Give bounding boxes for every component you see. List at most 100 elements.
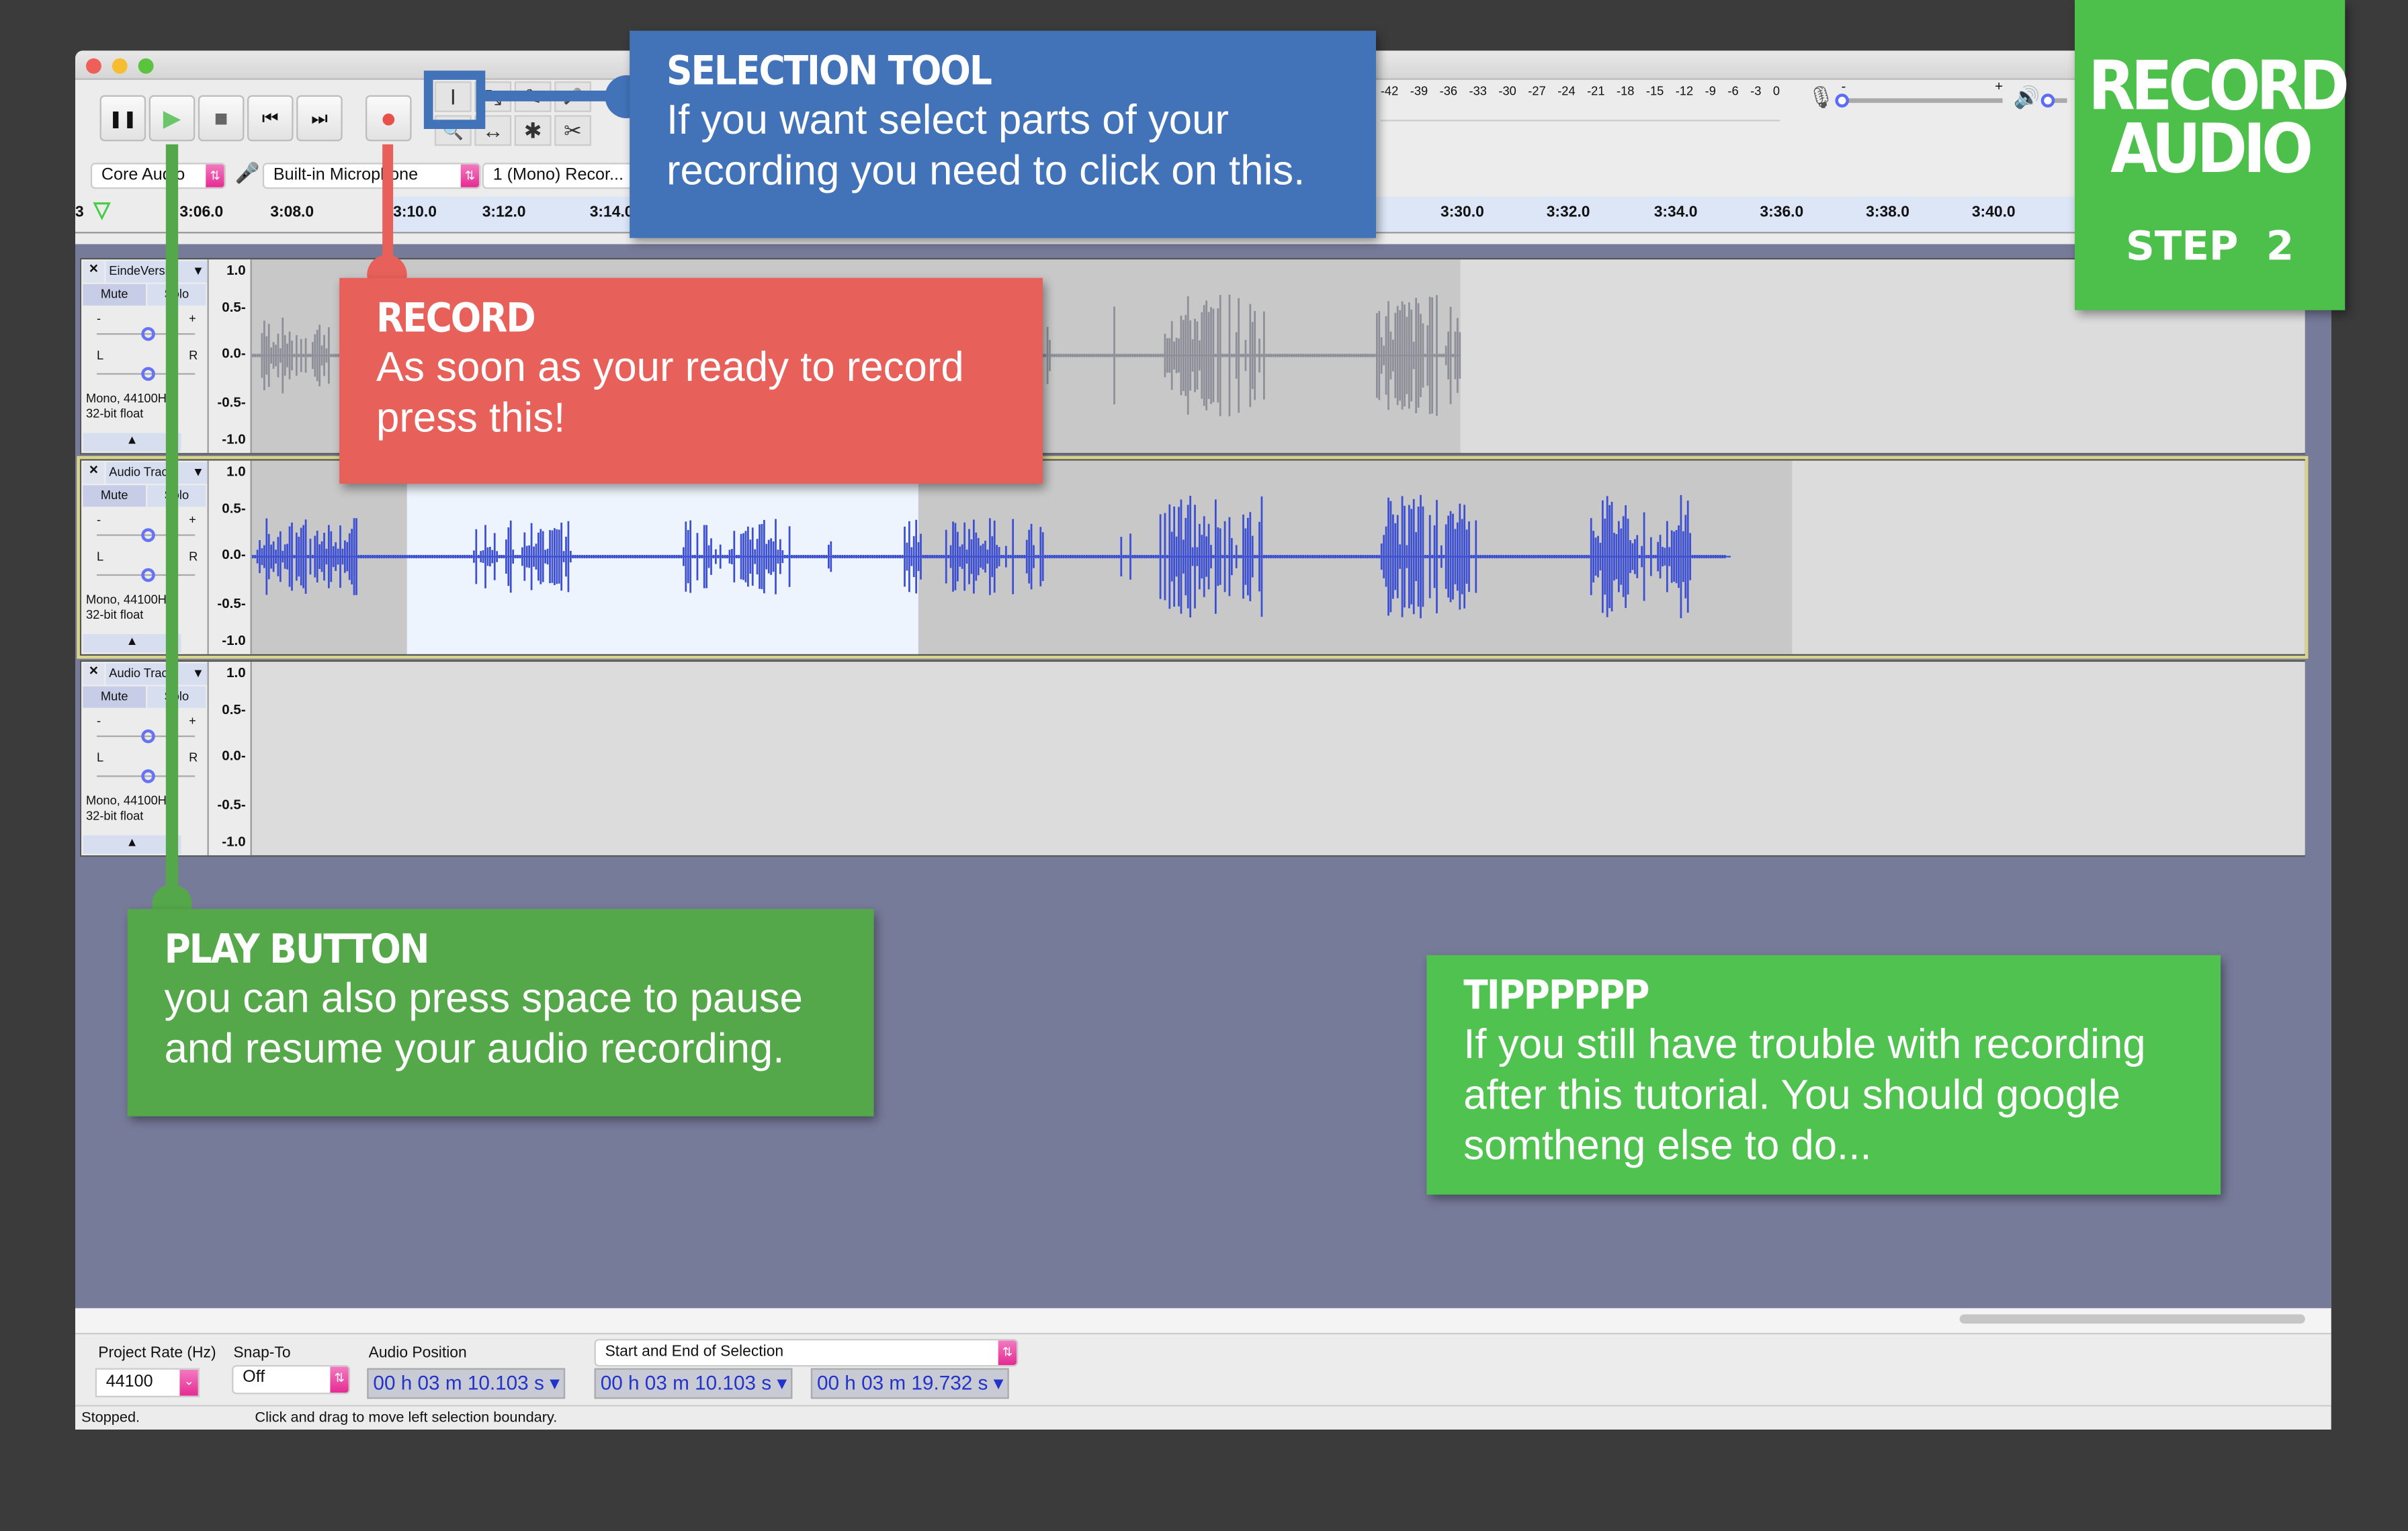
- mute-button[interactable]: Mute: [83, 686, 146, 708]
- cut-button[interactable]: ✂: [554, 115, 591, 146]
- waveform-sample: [1433, 525, 1436, 588]
- slider-thumb[interactable]: [141, 326, 155, 341]
- project-rate-select[interactable]: 44100 ⌄: [95, 1368, 200, 1397]
- stop-button[interactable]: ■: [198, 95, 245, 142]
- selection-end-field[interactable]: 00 h 03 m 19.732 s ▾: [810, 1368, 1010, 1399]
- recording-meter[interactable]: -42 -39 -36 -33 -30 -27 -24 -21 -18 -15 -12 -9 -6 -3 0: [1380, 84, 1780, 122]
- track-bit-depth: 32-bit float: [85, 406, 144, 421]
- input-device-select[interactable]: Built-in Microphone ⇅: [262, 163, 481, 189]
- waveform-sample: [1408, 302, 1410, 409]
- pause-button[interactable]: ❚❚: [99, 95, 146, 142]
- slider-thumb[interactable]: [1835, 93, 1849, 107]
- skip-to-end-button[interactable]: ⏭: [296, 95, 343, 142]
- waveform-sample: [415, 555, 418, 559]
- waveform-sample: [1309, 555, 1312, 559]
- audio-host-select[interactable]: Core Audio ⇅: [90, 163, 226, 189]
- waveform-sample: [1606, 496, 1608, 617]
- horizontal-scrollbar[interactable]: [75, 1308, 2331, 1333]
- pan-left-label: L: [96, 550, 104, 564]
- waveform-sample: [1182, 320, 1185, 392]
- waveform-sample: [1295, 555, 1297, 559]
- waveform-sample: [320, 541, 323, 572]
- slider-thumb[interactable]: [2040, 93, 2055, 107]
- track-name-menu[interactable]: Audio Track ▼: [105, 663, 208, 685]
- minimize-window-button[interactable]: [112, 58, 128, 74]
- mute-button[interactable]: Mute: [83, 485, 146, 507]
- waveform-sample: [1362, 555, 1365, 559]
- waveform-sample: [254, 555, 257, 559]
- waveform-sample: [1094, 353, 1097, 357]
- mute-button[interactable]: Mute: [83, 283, 146, 306]
- track-name-menu[interactable]: EindeVerslal ▼: [105, 261, 208, 283]
- close-window-button[interactable]: [85, 58, 101, 74]
- waveform-sample: [650, 555, 652, 559]
- scrollbar-thumb[interactable]: [1959, 1314, 2305, 1324]
- audacity-window: ❚❚ ▶ ■ ⏮ ⏭ ● I ⤡ ✎ 🎤 🔍 ↔ ✱ ✂ -42-39-36-3…: [75, 50, 2331, 1430]
- snap-to-select[interactable]: Off ⇅: [232, 1364, 351, 1395]
- waveform-sample: [673, 555, 676, 559]
- gain-slider[interactable]: [96, 528, 196, 542]
- slider-thumb[interactable]: [141, 729, 155, 744]
- play-button[interactable]: ▶: [148, 95, 196, 142]
- waveform-sample: [1094, 555, 1097, 559]
- pan-slider[interactable]: [96, 367, 196, 381]
- waveform-sample: [1581, 555, 1583, 559]
- input-volume-slider[interactable]: [1835, 93, 2003, 107]
- selection-mode-select[interactable]: Start and End of Selection ⇅: [594, 1339, 1019, 1367]
- slider-thumb[interactable]: [141, 528, 155, 542]
- waveform[interactable]: [251, 460, 2305, 654]
- channels-select[interactable]: 1 (Mono) Recor...: [482, 163, 636, 189]
- audio-track[interactable]: × Audio Track▼ Mute Solo -+ LR Mono, 441…: [77, 455, 2309, 659]
- waveform-sample: [404, 555, 406, 559]
- waveform-sample: [1187, 505, 1189, 609]
- play-head-triangle-icon[interactable]: ▽: [93, 197, 110, 223]
- waveform-sample: [1141, 353, 1144, 357]
- waveform-sample: [1214, 499, 1217, 614]
- slider-thumb[interactable]: [141, 568, 155, 582]
- waveform-sample: [1221, 555, 1224, 559]
- waveform-sample: [1267, 555, 1270, 559]
- audio-position-field[interactable]: 00 h 03 m 10.103 s ▾: [367, 1368, 566, 1399]
- waveform-sample: [1060, 555, 1063, 559]
- waveform-sample: [501, 555, 503, 559]
- close-track-icon[interactable]: ×: [83, 261, 105, 283]
- waveform-sample: [1117, 353, 1120, 357]
- waveform-sample: [1703, 555, 1705, 559]
- slider-thumb[interactable]: [141, 769, 155, 783]
- waveform-sample: [1299, 555, 1302, 559]
- pan-slider[interactable]: [96, 769, 196, 783]
- output-volume-slider[interactable]: [2040, 93, 2067, 107]
- skip-to-start-button[interactable]: ⏮: [247, 95, 294, 142]
- waveform-sample: [261, 548, 263, 566]
- waveform-sample: [811, 555, 814, 559]
- record-button[interactable]: ●: [365, 95, 412, 142]
- waveform-sample: [1081, 353, 1083, 357]
- gain-slider[interactable]: [96, 326, 196, 341]
- multi-tool[interactable]: ✱: [514, 115, 552, 146]
- audio-position-label: Audio Position: [368, 1345, 467, 1362]
- close-track-icon[interactable]: ×: [83, 462, 105, 484]
- waveform-sample: [1459, 332, 1461, 379]
- close-track-icon[interactable]: ×: [83, 663, 105, 685]
- selection-start-field[interactable]: 00 h 03 m 10.103 s ▾: [594, 1368, 793, 1399]
- waveform-sample: [1341, 555, 1344, 559]
- waveform-sample: [698, 555, 701, 559]
- waveform-sample: [1260, 496, 1263, 617]
- waveform-sample: [1472, 555, 1475, 559]
- gain-slider[interactable]: [96, 729, 196, 744]
- waveform-sample: [1412, 498, 1415, 615]
- waveform-sample: [288, 526, 291, 587]
- waveform-sample: [1074, 353, 1076, 357]
- timeline-tick: 3:36.0: [1760, 204, 1804, 222]
- track-name-menu[interactable]: Audio Track ▼: [105, 462, 208, 484]
- zoom-window-button[interactable]: [138, 58, 154, 74]
- pan-slider[interactable]: [96, 568, 196, 582]
- waveform-sample: [540, 529, 542, 584]
- waveform[interactable]: [251, 662, 2305, 856]
- audio-track[interactable]: × Audio Track▼ Mute Solo -+ LR Mono, 441…: [79, 660, 2305, 857]
- waveform-sample: [394, 555, 397, 559]
- slider-thumb[interactable]: [141, 367, 155, 381]
- waveform-sample: [1233, 353, 1236, 357]
- waveform-sample: [1318, 555, 1321, 559]
- meter-tick: -21: [1587, 84, 1605, 99]
